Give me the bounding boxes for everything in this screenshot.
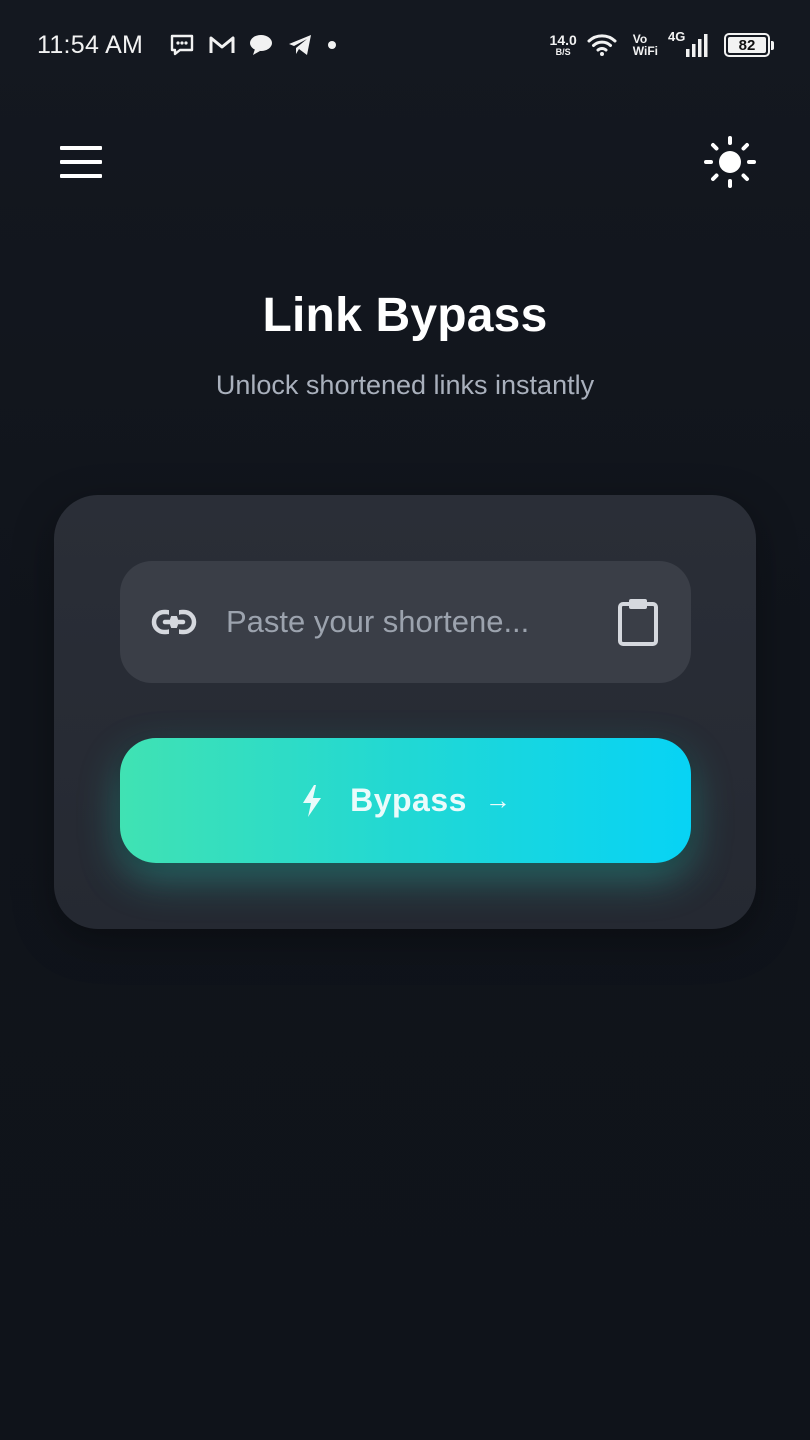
cell-signal-icon: 4G bbox=[668, 29, 710, 59]
status-bar: 11:54 AM 14.0 B/S Vo WiFi 4G 82 bbox=[0, 0, 810, 90]
dot-icon bbox=[327, 40, 337, 50]
link-icon bbox=[150, 598, 198, 646]
battery-level: 82 bbox=[728, 37, 766, 54]
battery-tip bbox=[771, 40, 774, 50]
chat-icon bbox=[169, 33, 195, 57]
clipboard-icon bbox=[618, 599, 658, 646]
url-input-field[interactable] bbox=[120, 561, 691, 683]
vowifi-indicator: Vo WiFi bbox=[633, 33, 658, 57]
sun-icon bbox=[704, 136, 756, 188]
battery-indicator: 82 bbox=[724, 33, 774, 57]
theme-toggle-button[interactable] bbox=[702, 134, 758, 190]
arrow-right-icon: → bbox=[484, 785, 511, 815]
gmail-icon bbox=[209, 35, 235, 55]
hamburger-menu-icon bbox=[60, 146, 102, 150]
lightning-bolt-icon bbox=[303, 784, 322, 817]
bypass-button[interactable]: Bypass → bbox=[120, 738, 691, 863]
page-subtitle: Unlock shortened links instantly bbox=[215, 370, 595, 400]
message-icon bbox=[249, 34, 273, 56]
bypass-button-label: Bypass bbox=[350, 782, 467, 818]
status-right: 14.0 B/S Vo WiFi 4G 82 bbox=[550, 29, 774, 59]
battery-body: 82 bbox=[724, 33, 770, 57]
network-speed-unit: B/S bbox=[555, 47, 571, 57]
paste-button[interactable] bbox=[615, 596, 661, 648]
telegram-icon bbox=[287, 34, 313, 56]
network-speed: 14.0 B/S bbox=[550, 33, 577, 57]
url-input[interactable] bbox=[226, 604, 597, 640]
status-time: 11:54 AM bbox=[37, 30, 144, 59]
wifi-icon bbox=[587, 33, 617, 57]
network-speed-value: 14.0 bbox=[549, 32, 577, 48]
vowifi-line2: WiFi bbox=[632, 44, 658, 58]
page-title: Link Bypass bbox=[262, 289, 548, 342]
app-screen: 11:54 AM 14.0 B/S Vo WiFi 4G 82 Link Byp… bbox=[0, 0, 810, 1440]
menu-button[interactable] bbox=[60, 146, 102, 178]
status-left: 11:54 AM bbox=[37, 31, 337, 60]
bypass-card: Bypass → bbox=[54, 495, 756, 929]
